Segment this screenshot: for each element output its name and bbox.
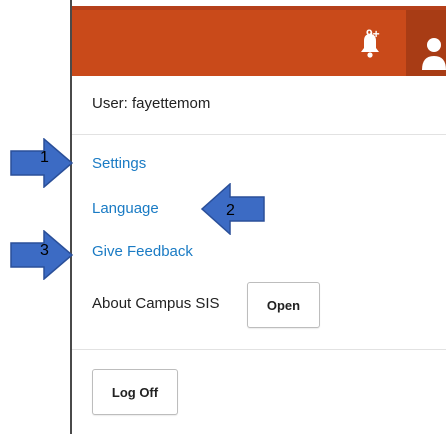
- user-menu-button[interactable]: [406, 10, 446, 76]
- annotation-number-1: 1: [40, 149, 49, 166]
- log-off-button[interactable]: Log Off: [92, 369, 178, 415]
- annotation-number-3: 3: [40, 242, 49, 259]
- open-about-button[interactable]: Open: [247, 282, 320, 328]
- user-icon: [422, 38, 446, 70]
- menu-divider-bottom: [72, 349, 446, 350]
- notification-count-badge: 9+: [366, 27, 380, 41]
- user-name-label: User: fayettemom: [92, 95, 211, 112]
- settings-link[interactable]: Settings: [92, 155, 146, 172]
- about-campus-sis-label: About Campus SIS: [92, 295, 220, 312]
- language-link[interactable]: Language: [92, 200, 159, 217]
- menu-divider-top: [72, 134, 446, 135]
- give-feedback-link[interactable]: Give Feedback: [92, 243, 193, 260]
- annotation-number-2: 2: [226, 202, 235, 219]
